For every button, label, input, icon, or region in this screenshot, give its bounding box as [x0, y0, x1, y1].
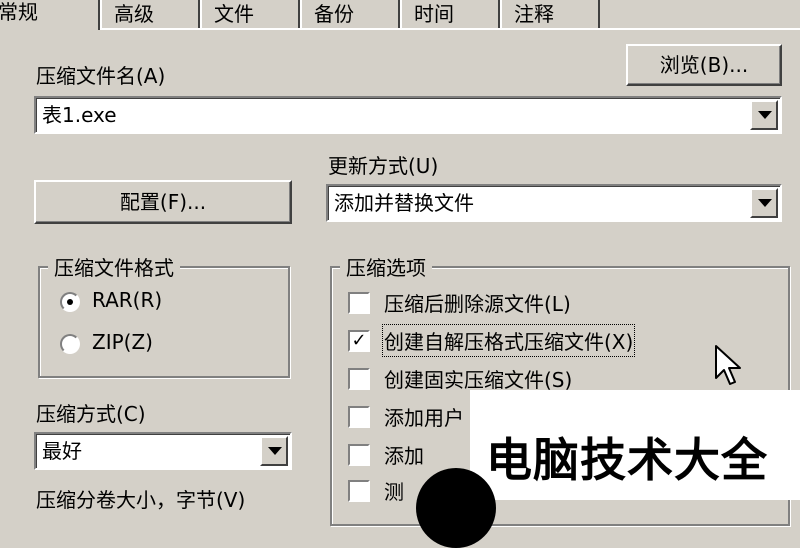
compression-method-value: 最好: [42, 439, 82, 463]
add-option-checkbox[interactable]: [348, 444, 370, 466]
delete-source-label[interactable]: 压缩后删除源文件(L): [384, 288, 571, 317]
tab-comment[interactable]: 注释: [500, 0, 600, 28]
update-mode-value: 添加并替换文件: [334, 191, 474, 215]
chevron-down-icon[interactable]: [750, 100, 778, 130]
archive-name-value: 表1.exe: [42, 103, 117, 127]
cursor-arrow-icon: [715, 345, 741, 385]
archive-name-label: 压缩文件名(A): [36, 64, 166, 88]
watermark-text: 电脑技术大全: [486, 433, 768, 487]
browse-button[interactable]: 浏览(B)...: [626, 44, 782, 86]
tab-advanced[interactable]: 高级: [100, 0, 200, 28]
test-option-label[interactable]: 测: [384, 476, 404, 505]
add-option-label[interactable]: 添加: [384, 440, 424, 469]
chevron-down-icon[interactable]: [750, 188, 778, 218]
add-user-label[interactable]: 添加用户: [384, 402, 464, 431]
update-mode-label: 更新方式(U): [328, 154, 439, 178]
tab-files[interactable]: 文件: [200, 0, 300, 28]
zip-radio[interactable]: [60, 334, 80, 354]
add-user-checkbox[interactable]: [348, 406, 370, 428]
tab-time[interactable]: 时间: [400, 0, 500, 28]
tab-general[interactable]: 常规: [0, 0, 100, 30]
watermark-logo: [416, 468, 496, 548]
compression-method-label: 压缩方式(C): [36, 402, 146, 426]
create-solid-label[interactable]: 创建固实压缩文件(S): [384, 364, 572, 393]
split-size-label: 压缩分卷大小，字节(V): [36, 488, 246, 512]
compression-method-select[interactable]: 最好: [34, 432, 292, 470]
create-solid-checkbox[interactable]: [348, 368, 370, 390]
rar-radio[interactable]: [60, 292, 80, 312]
archive-format-title: 压缩文件格式: [48, 252, 180, 281]
rar-radio-label[interactable]: RAR(R): [92, 288, 162, 312]
archive-format-group: [38, 266, 290, 378]
update-mode-select[interactable]: 添加并替换文件: [326, 184, 782, 222]
delete-source-checkbox[interactable]: [348, 292, 370, 314]
zip-radio-label[interactable]: ZIP(Z): [92, 330, 153, 354]
tab-strip-border: [100, 28, 800, 30]
test-option-checkbox[interactable]: [348, 480, 370, 502]
watermark-overlay: 电脑技术大全: [416, 390, 800, 548]
chevron-down-icon[interactable]: [260, 436, 288, 466]
config-button[interactable]: 配置(F)...: [34, 180, 292, 224]
create-sfx-label[interactable]: 创建自解压格式压缩文件(X): [381, 324, 636, 357]
archive-name-combo[interactable]: 表1.exe: [34, 96, 782, 134]
tab-backup[interactable]: 备份: [300, 0, 400, 28]
create-sfx-checkbox[interactable]: ✓: [348, 330, 370, 352]
compression-options-title: 压缩选项: [340, 252, 432, 281]
